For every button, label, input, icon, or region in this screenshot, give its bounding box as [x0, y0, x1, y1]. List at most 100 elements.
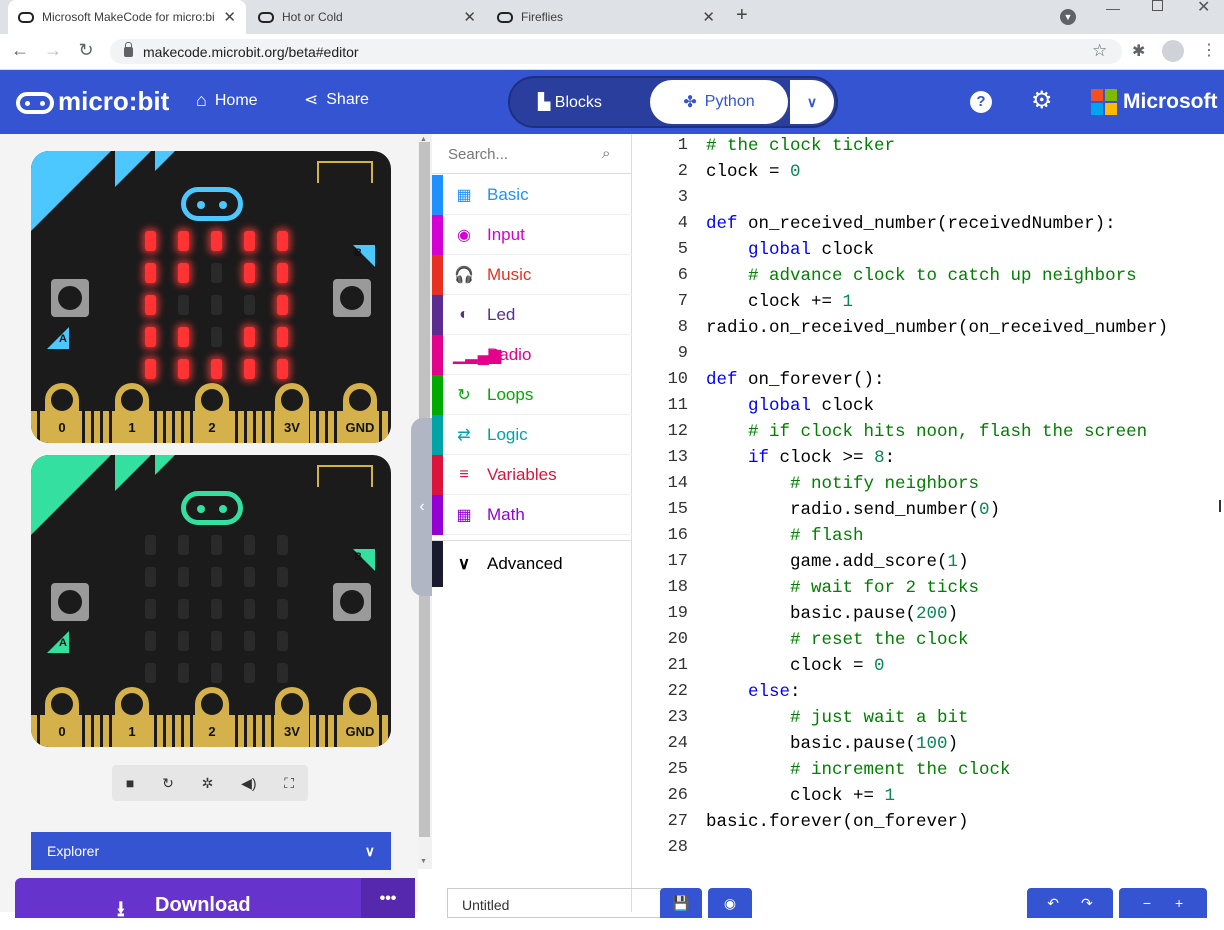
code-line[interactable]: def on_received_number(receivedNumber): — [706, 214, 1116, 234]
mute-icon[interactable]: ◀) — [241, 775, 256, 792]
toolbox-category-variables[interactable]: ≡ Variables — [432, 454, 632, 495]
toolbox-category-logic[interactable]: ⇄ Logic — [432, 414, 632, 455]
stop-icon[interactable]: ■ — [126, 775, 134, 791]
code-line[interactable]: if clock >= 8: — [706, 448, 895, 468]
toolbox-category-loops[interactable]: ↻ Loops — [432, 374, 632, 415]
undo-icon[interactable]: ↶ — [1047, 895, 1059, 912]
code-line[interactable]: global clock — [706, 396, 874, 416]
more-options-icon[interactable]: ••• — [361, 878, 415, 918]
zoom-in-icon[interactable]: + — [1175, 895, 1183, 911]
pin-3v[interactable]: 3V — [275, 383, 309, 443]
toolbox-category-radio[interactable]: ▁▂▄▆ Radio — [432, 334, 632, 375]
reload-icon[interactable]: ↻ — [74, 40, 98, 61]
code-line[interactable]: # notify neighbors — [706, 474, 979, 494]
browser-tab-makecode[interactable]: Microsoft MakeCode for micro:bi ✕ — [8, 0, 246, 34]
board-logo-icon[interactable] — [181, 491, 243, 525]
close-tab-icon[interactable]: ✕ — [702, 8, 715, 26]
pin-gnd[interactable]: GND — [343, 383, 377, 443]
code-line[interactable]: # flash — [706, 526, 864, 546]
github-button[interactable]: ◉ — [708, 888, 752, 918]
code-line[interactable]: # just wait a bit — [706, 708, 969, 728]
microsoft-label[interactable]: Microsoft — [1123, 90, 1218, 114]
scroll-down-icon[interactable]: ▼ — [420, 858, 427, 865]
collapse-simulator-button[interactable]: ‹ — [411, 418, 433, 596]
save-button[interactable]: 💾 — [660, 888, 702, 918]
project-name-field[interactable]: Untitled — [447, 888, 662, 918]
tab-search-icon[interactable]: ▼ — [1060, 9, 1076, 25]
microbit-board-2[interactable]: A B 0 1 2 3V GND — [31, 455, 391, 747]
code-line[interactable]: clock += 1 — [706, 786, 895, 806]
board-logo-icon[interactable] — [181, 187, 243, 221]
browser-tab-hot-or-cold[interactable]: Hot or Cold ✕ — [248, 0, 486, 34]
share-button[interactable]: ⋖ Share — [304, 90, 369, 110]
pin-0[interactable]: 0 — [45, 687, 79, 747]
toolbox-category-led[interactable]: ◐ Led — [432, 294, 632, 335]
code-line[interactable]: def on_forever(): — [706, 370, 885, 390]
restart-icon[interactable]: ↻ — [162, 775, 174, 792]
blocks-mode-button[interactable]: ▙ Blocks — [538, 92, 602, 112]
code-line[interactable]: basic.pause(200) — [706, 604, 958, 624]
maximize-icon[interactable] — [1152, 0, 1163, 11]
code-line[interactable]: clock = 0 — [706, 162, 801, 182]
home-button[interactable]: ⌂ Home — [196, 90, 258, 111]
browser-tab-fireflies[interactable]: Fireflies ✕ — [487, 0, 725, 34]
download-button[interactable]: ⭳ Download ••• — [15, 878, 415, 921]
toolbox-category-math[interactable]: ▦ Math — [432, 494, 632, 535]
back-icon[interactable]: ← — [8, 40, 32, 61]
code-line[interactable]: basic.pause(100) — [706, 734, 958, 754]
zoom-out-icon[interactable]: − — [1143, 895, 1151, 911]
code-line[interactable]: # if clock hits noon, flash the screen — [706, 422, 1147, 442]
forward-icon[interactable]: → — [41, 40, 65, 61]
pin-1[interactable]: 1 — [115, 687, 149, 747]
pin-3v[interactable]: 3V — [275, 687, 309, 747]
code-line[interactable]: radio.on_received_number(on_received_num… — [706, 318, 1168, 338]
code-line[interactable]: game.add_score(1) — [706, 552, 969, 572]
button-b[interactable] — [333, 279, 371, 317]
scroll-up-icon[interactable]: ▲ — [420, 136, 427, 143]
extensions-icon[interactable]: ✱ — [1132, 41, 1145, 61]
code-line[interactable]: global clock — [706, 240, 874, 260]
code-line[interactable]: # increment the clock — [706, 760, 1011, 780]
code-line[interactable]: clock += 1 — [706, 292, 853, 312]
close-tab-icon[interactable]: ✕ — [223, 8, 236, 26]
minimize-icon[interactable]: — — [1106, 0, 1120, 16]
code-line[interactable]: clock = 0 — [706, 656, 885, 676]
toolbox-category-basic[interactable]: ▦ Basic — [432, 174, 632, 215]
gear-icon[interactable]: ⚙ — [1031, 86, 1053, 115]
code-line[interactable]: # wait for 2 ticks — [706, 578, 979, 598]
toolbox-category-input[interactable]: ◉ Input — [432, 214, 632, 255]
microbit-board-1[interactable]: A B 0 1 2 3V GND — [31, 151, 391, 443]
profile-avatar[interactable] — [1162, 40, 1184, 62]
new-tab-icon[interactable]: + — [736, 4, 748, 27]
pin-1[interactable]: 1 — [115, 383, 149, 443]
pin-2[interactable]: 2 — [195, 687, 229, 747]
redo-icon[interactable]: ↷ — [1081, 895, 1093, 912]
toolbox-category-music[interactable]: 🎧 Music — [432, 254, 632, 295]
pin-0[interactable]: 0 — [45, 383, 79, 443]
code-line[interactable]: else: — [706, 682, 801, 702]
language-dropdown-button[interactable]: ∨ — [790, 80, 834, 124]
toolbox-advanced[interactable]: ∨ Advanced — [432, 540, 632, 587]
help-icon[interactable]: ? — [970, 91, 992, 113]
button-b[interactable] — [333, 583, 371, 621]
code-line[interactable]: radio.send_number(0) — [706, 500, 1000, 520]
pin-gnd[interactable]: GND — [343, 687, 377, 747]
toolbox-search-input[interactable]: Search... ⌕ — [432, 138, 632, 174]
pin-2[interactable]: 2 — [195, 383, 229, 443]
python-mode-button[interactable]: ✤ Python — [650, 80, 788, 124]
code-line[interactable]: # the clock ticker — [706, 136, 895, 156]
explorer-button[interactable]: Explorer ∨ — [31, 832, 391, 870]
button-a[interactable] — [51, 279, 89, 317]
url-field[interactable]: makecode.microbit.org/beta#editor — [110, 39, 1122, 64]
fullscreen-icon[interactable]: ⛶ — [284, 775, 294, 792]
browser-menu-icon[interactable]: ⋮ — [1201, 40, 1217, 60]
button-a[interactable] — [51, 583, 89, 621]
close-window-icon[interactable]: ✕ — [1197, 0, 1210, 17]
bookmark-star-icon[interactable]: ☆ — [1092, 41, 1107, 61]
code-line[interactable]: # advance clock to catch up neighbors — [706, 266, 1137, 286]
close-tab-icon[interactable]: ✕ — [463, 8, 476, 26]
debug-icon[interactable]: ✲ — [202, 775, 214, 792]
brand-name[interactable]: micro:bit — [58, 86, 169, 117]
code-line[interactable]: basic.forever(on_forever) — [706, 812, 969, 832]
code-line[interactable]: # reset the clock — [706, 630, 969, 650]
